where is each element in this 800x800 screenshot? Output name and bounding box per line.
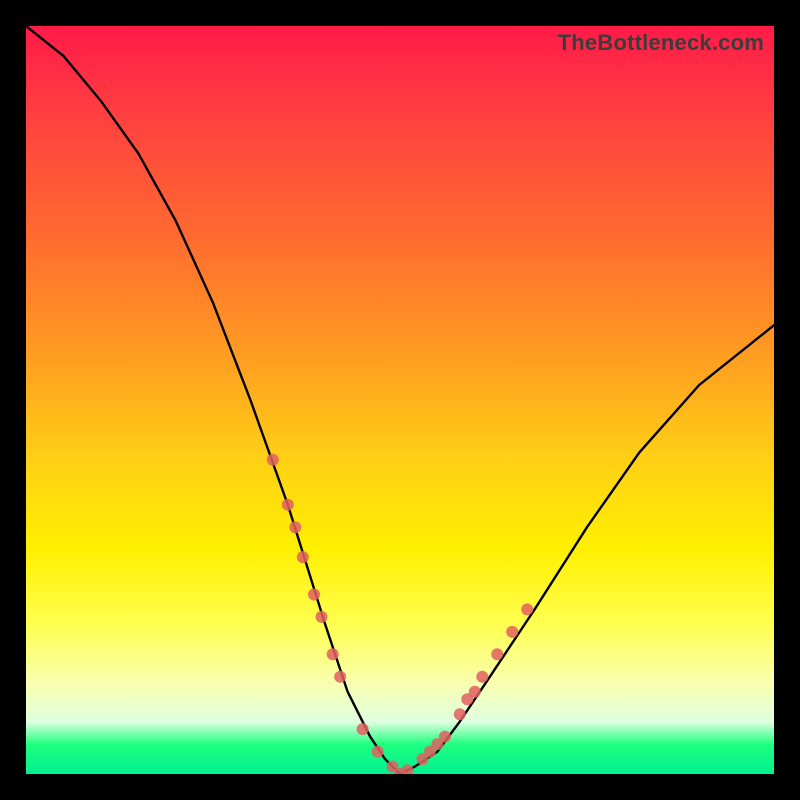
bottleneck-curve-line — [26, 26, 774, 774]
curve-marker — [357, 723, 369, 735]
curve-markers — [267, 454, 533, 774]
curve-marker — [308, 589, 320, 601]
curve-marker — [334, 671, 346, 683]
curve-marker — [491, 648, 503, 660]
curve-marker — [372, 746, 384, 758]
curve-marker — [282, 499, 294, 511]
bottleneck-chart — [26, 26, 774, 774]
curve-marker — [402, 764, 414, 774]
curve-marker — [439, 731, 451, 743]
curve-marker — [316, 611, 328, 623]
curve-marker — [267, 454, 279, 466]
curve-marker — [469, 686, 481, 698]
curve-marker — [521, 603, 533, 615]
watermark-label: TheBottleneck.com — [558, 30, 764, 56]
curve-marker — [476, 671, 488, 683]
curve-marker — [289, 521, 301, 533]
curve-marker — [454, 708, 466, 720]
curve-marker — [506, 626, 518, 638]
curve-marker — [327, 648, 339, 660]
curve-marker — [297, 551, 309, 563]
chart-frame: TheBottleneck.com — [26, 26, 774, 774]
